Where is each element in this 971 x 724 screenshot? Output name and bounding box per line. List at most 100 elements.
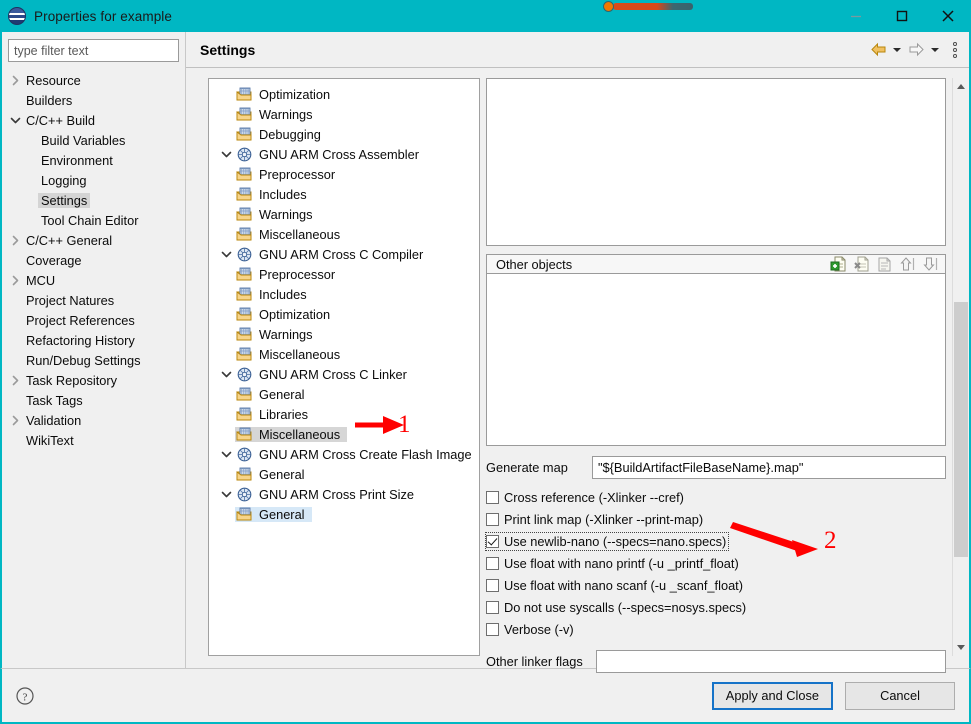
tree-item-hit-area[interactable]: Preprocessor	[235, 267, 342, 282]
sidebar-item-environment[interactable]: Environment	[8, 150, 179, 170]
objects-list[interactable]	[486, 78, 946, 246]
chevron-right-icon[interactable]	[8, 275, 23, 286]
linker-option-checkbox[interactable]: Cross reference (-Xlinker --cref)	[486, 486, 946, 508]
tree-item-hit-area[interactable]: GNU ARM Cross C Linker	[235, 367, 414, 382]
checkbox-unchecked-icon[interactable]	[486, 622, 499, 636]
checkbox-unchecked-icon[interactable]	[486, 578, 499, 592]
back-dropdown-chevron-down-icon[interactable]	[890, 39, 904, 61]
chevron-down-icon[interactable]	[217, 249, 235, 260]
tree-item-hit-area[interactable]: Optimization	[235, 307, 337, 322]
tree-item-hit-area[interactable]: Warnings	[235, 207, 320, 222]
tree-item-hit-area[interactable]: GNU ARM Cross Create Flash Image	[235, 447, 479, 462]
linker-option-checkbox[interactable]: Use float with nano scanf (-u _scanf_flo…	[486, 574, 946, 596]
sidebar-item-logging[interactable]: Logging	[8, 170, 179, 190]
linker-option-checkbox[interactable]: Use newlib-nano (--specs=nano.specs)	[484, 530, 946, 552]
tool-tree-item[interactable]: GNU ARM Cross Assembler	[209, 144, 479, 164]
tree-item-hit-area[interactable]: GNU ARM Cross Assembler	[235, 147, 426, 162]
tool-tree-item[interactable]: GNU ARM Cross C Compiler	[209, 244, 479, 264]
tool-tree-item[interactable]: Miscellaneous	[209, 224, 479, 244]
sidebar-item-mcu[interactable]: MCU	[8, 270, 179, 290]
tree-item-hit-area[interactable]: Debugging	[235, 127, 328, 142]
delete-icon[interactable]	[853, 255, 871, 273]
sidebar-item-refactoring-history[interactable]: Refactoring History	[8, 330, 179, 350]
tool-tree-item[interactable]: Includes	[209, 284, 479, 304]
minimize-icon[interactable]	[833, 0, 879, 32]
linker-option-checkbox[interactable]: Verbose (-v)	[486, 618, 946, 640]
tool-tree-item[interactable]: Preprocessor	[209, 164, 479, 184]
chevron-right-icon[interactable]	[8, 235, 23, 246]
sidebar-item-project-references[interactable]: Project References	[8, 310, 179, 330]
scroll-up-icon[interactable]	[953, 78, 969, 95]
chevron-right-icon[interactable]	[8, 75, 23, 86]
sidebar-item-builders[interactable]: Builders	[8, 90, 179, 110]
chevron-down-icon[interactable]	[8, 115, 23, 126]
checkbox-unchecked-icon[interactable]	[486, 512, 499, 526]
chevron-right-icon[interactable]	[8, 415, 23, 426]
checkbox-unchecked-icon[interactable]	[486, 556, 499, 570]
chevron-down-icon[interactable]	[217, 369, 235, 380]
checkbox-hit-area[interactable]: Do not use syscalls (--specs=nosys.specs…	[486, 599, 748, 616]
sidebar-item-run-debug-settings[interactable]: Run/Debug Settings	[8, 350, 179, 370]
tool-tree-item[interactable]: Preprocessor	[209, 264, 479, 284]
view-menu-icon[interactable]	[947, 39, 963, 61]
sidebar-item-tool-chain-editor[interactable]: Tool Chain Editor	[8, 210, 179, 230]
sidebar-item-coverage[interactable]: Coverage	[8, 250, 179, 270]
tool-tree-item[interactable]: Debugging	[209, 124, 479, 144]
tree-item-hit-area[interactable]: Includes	[235, 187, 314, 202]
sidebar-item-c-c-general[interactable]: C/C++ General	[8, 230, 179, 250]
tool-tree-item[interactable]: Warnings	[209, 104, 479, 124]
tool-tree-item[interactable]: Optimization	[209, 84, 479, 104]
move-down-icon[interactable]	[922, 255, 940, 273]
tree-item-hit-area[interactable]: Miscellaneous	[235, 347, 347, 362]
chevron-down-icon[interactable]	[217, 449, 235, 460]
tool-tree-item[interactable]: General	[209, 384, 479, 404]
tree-item-hit-area[interactable]: Miscellaneous	[235, 227, 347, 242]
help-icon[interactable]: ?	[14, 685, 36, 707]
tree-item-hit-area[interactable]: GNU ARM Cross Print Size	[235, 487, 421, 502]
tree-item-hit-area[interactable]: Optimization	[235, 87, 337, 102]
tree-item-hit-area[interactable]: Warnings	[235, 107, 320, 122]
toolchain-tree-panel[interactable]: Optimization Warnings Debugging GNU ARM Cro…	[208, 78, 480, 656]
tool-tree-item[interactable]: GNU ARM Cross Print Size	[209, 484, 479, 504]
sidebar-item-validation[interactable]: Validation	[8, 410, 179, 430]
scrollbar-thumb[interactable]	[954, 301, 968, 558]
tree-item-hit-area[interactable]: General	[235, 467, 312, 482]
maximize-icon[interactable]	[879, 0, 925, 32]
checkbox-hit-area[interactable]: Verbose (-v)	[486, 621, 576, 638]
tree-item-hit-area[interactable]: Libraries	[235, 407, 315, 422]
scroll-down-icon[interactable]	[953, 639, 969, 656]
other-objects-list[interactable]	[486, 273, 946, 446]
forward-dropdown-chevron-down-icon[interactable]	[928, 39, 942, 61]
checkbox-checked-icon[interactable]	[486, 534, 499, 548]
sidebar-item-task-repository[interactable]: Task Repository	[8, 370, 179, 390]
tool-tree-item[interactable]: Optimization	[209, 304, 479, 324]
checkbox-unchecked-icon[interactable]	[486, 600, 499, 614]
sidebar-item-wikitext[interactable]: WikiText	[8, 430, 179, 450]
checkbox-unchecked-icon[interactable]	[486, 490, 499, 504]
checkbox-hit-area[interactable]: Cross reference (-Xlinker --cref)	[486, 489, 686, 506]
sidebar-item-build-variables[interactable]: Build Variables	[8, 130, 179, 150]
close-icon[interactable]	[925, 0, 971, 32]
tool-tree-item[interactable]: GNU ARM Cross Create Flash Image	[209, 444, 479, 464]
other-linker-flags-input[interactable]	[596, 650, 946, 673]
linker-option-checkbox[interactable]: Do not use syscalls (--specs=nosys.specs…	[486, 596, 946, 618]
tree-item-hit-area[interactable]: Warnings	[235, 327, 320, 342]
sidebar-item-project-natures[interactable]: Project Natures	[8, 290, 179, 310]
tree-item-hit-area[interactable]: General	[235, 387, 312, 402]
cancel-button[interactable]: Cancel	[845, 681, 955, 710]
linker-option-checkbox[interactable]: Print link map (-Xlinker --print-map)	[486, 508, 946, 530]
apply-and-close-button[interactable]: Apply and Close	[711, 681, 833, 710]
forward-arrow-icon[interactable]	[905, 39, 927, 61]
tool-tree-item[interactable]: Miscellaneous	[209, 424, 479, 444]
sidebar-item-settings[interactable]: Settings	[8, 190, 179, 210]
page-scrollbar[interactable]	[952, 78, 969, 656]
move-up-icon[interactable]	[899, 255, 917, 273]
tree-item-hit-area[interactable]: Preprocessor	[235, 167, 342, 182]
checkbox-hit-area[interactable]: Use float with nano printf (-u _printf_f…	[486, 555, 741, 572]
chevron-down-icon[interactable]	[217, 489, 235, 500]
filter-input[interactable]	[8, 39, 179, 62]
generate-map-input[interactable]	[592, 456, 946, 479]
tree-item-hit-area[interactable]: GNU ARM Cross C Compiler	[235, 247, 430, 262]
add-icon[interactable]	[830, 255, 848, 273]
edit-icon[interactable]	[876, 255, 894, 273]
